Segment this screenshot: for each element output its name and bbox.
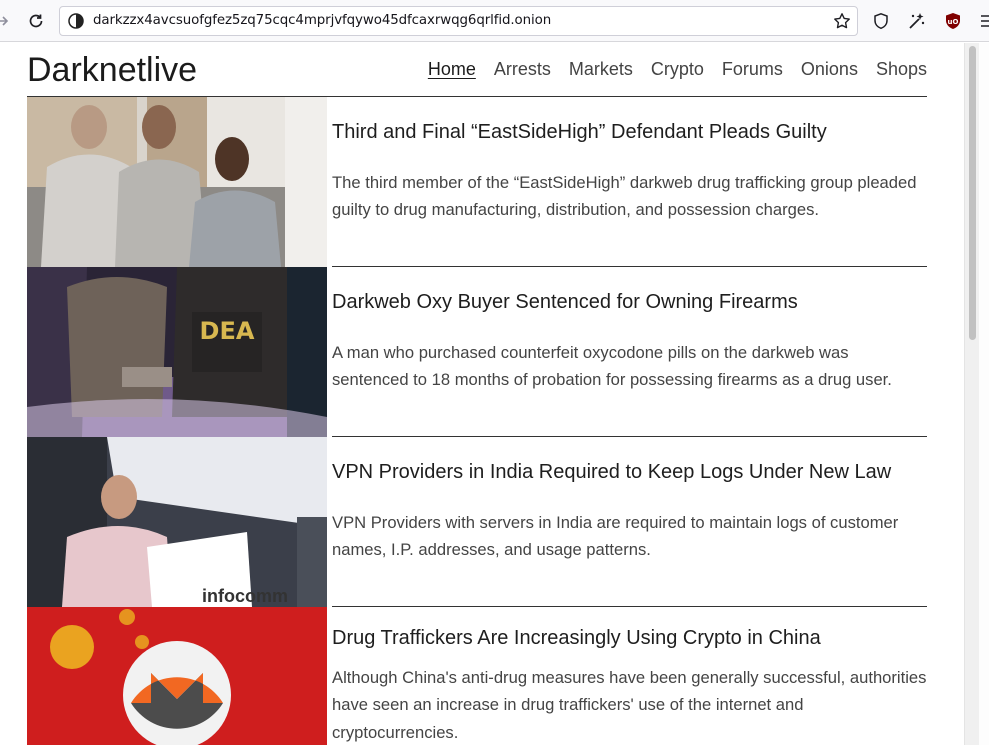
article-description: Although China's anti-drug measures have…: [332, 668, 927, 742]
article-card: DEA Darkweb Oxy Buyer Sentenced for Owni…: [27, 267, 927, 437]
window-edge: [979, 43, 989, 745]
article-image[interactable]: [27, 607, 327, 745]
nav-markets[interactable]: Markets: [569, 59, 633, 80]
nav-forums[interactable]: Forums: [722, 59, 783, 80]
forward-icon[interactable]: [0, 9, 14, 33]
svg-text:DEA: DEA: [200, 317, 255, 345]
article-title[interactable]: Third and Final “EastSideHigh” Defendant…: [332, 121, 827, 144]
nav-home[interactable]: Home: [428, 59, 476, 80]
article-image[interactable]: DEA: [27, 267, 327, 437]
page-viewport: Darknetlive Home Arrests Markets Crypto …: [0, 43, 964, 745]
article-title[interactable]: Drug Traffickers Are Increasingly Using …: [332, 627, 821, 650]
article-image[interactable]: [27, 97, 327, 267]
shield-icon[interactable]: [869, 9, 893, 33]
ublock-origin-icon[interactable]: uO: [941, 9, 965, 33]
nav-onions[interactable]: Onions: [801, 59, 858, 80]
nav-shops[interactable]: Shops: [876, 59, 927, 80]
article-card: infocomm VPN Providers in India Required…: [27, 437, 927, 607]
menu-icon[interactable]: [975, 9, 989, 33]
address-bar[interactable]: darkzzx4avcsuofgfez5zq75cqc4mprjvfqywo45…: [59, 6, 858, 36]
browser-toolbar: darkzzx4avcsuofgfez5zq75cqc4mprjvfqywo45…: [0, 0, 989, 42]
article-title[interactable]: VPN Providers in India Required to Keep …: [332, 461, 891, 484]
url-text[interactable]: darkzzx4avcsuofgfez5zq75cqc4mprjvfqywo45…: [93, 13, 551, 28]
nav-arrests[interactable]: Arrests: [494, 59, 551, 80]
article-card: Third and Final “EastSideHigh” Defendant…: [27, 97, 927, 267]
podium-brand-text: infocomm: [202, 586, 288, 606]
article-description: VPN Providers with servers in India are …: [332, 513, 899, 560]
article-description: A man who purchased counterfeit oxycodon…: [332, 343, 892, 390]
article-description: The third member of the “EastSideHigh” d…: [332, 173, 917, 220]
bookmark-star-icon[interactable]: [833, 12, 851, 30]
security-level-icon[interactable]: [905, 9, 929, 33]
main-nav: Home Arrests Markets Crypto Forums Onion…: [428, 59, 927, 80]
article-title[interactable]: Darkweb Oxy Buyer Sentenced for Owning F…: [332, 291, 798, 314]
nav-crypto[interactable]: Crypto: [651, 59, 704, 80]
site-title[interactable]: Darknetlive: [27, 51, 197, 90]
article-card: Drug Traffickers Are Increasingly Using …: [27, 607, 927, 745]
article-image[interactable]: infocomm: [27, 437, 327, 607]
page-scrollbar[interactable]: [964, 43, 979, 745]
reload-icon[interactable]: [24, 9, 48, 33]
scrollbar-thumb[interactable]: [969, 46, 976, 340]
site-header: Darknetlive Home Arrests Markets Crypto …: [27, 43, 927, 97]
svg-text:uO: uO: [948, 18, 959, 26]
onion-site-icon[interactable]: [68, 13, 84, 29]
